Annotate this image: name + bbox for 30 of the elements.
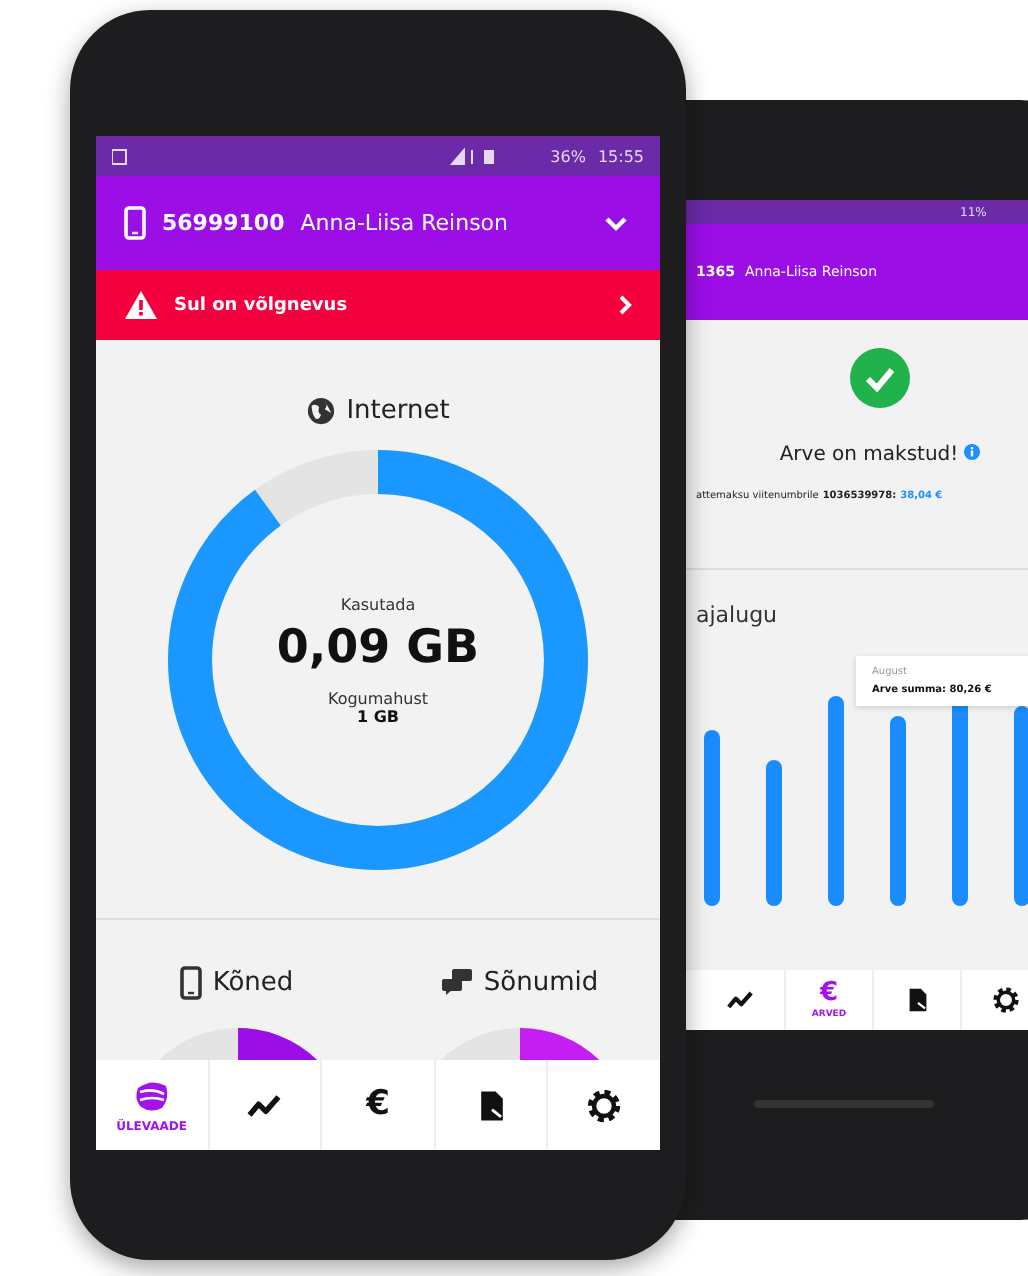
section-title: Sõnumid: [483, 967, 599, 997]
history-title: ajalugu: [696, 602, 778, 628]
clock-time: 15:55: [597, 147, 644, 165]
phone-icon: [124, 206, 146, 240]
globe-icon: [306, 395, 337, 425]
settings-icon: [586, 1087, 623, 1123]
euro-icon: €: [819, 980, 839, 1006]
chevron-right-icon: [618, 294, 632, 316]
warning-icon: [124, 290, 158, 320]
section-title: Kõned: [212, 967, 294, 997]
check-circle-icon: [850, 348, 910, 408]
debt-alert-banner[interactable]: Sul on võlgnevus: [96, 270, 660, 340]
nav-tab[interactable]: €: [320, 1060, 434, 1150]
euro-icon: €: [366, 1088, 390, 1122]
chat-icon: [439, 968, 474, 996]
phone-number: 56999100: [162, 210, 285, 236]
settings-icon: [991, 986, 1019, 1014]
battery-level: 36%: [550, 147, 586, 165]
section-title: Internet: [346, 395, 450, 425]
info-icon: [964, 444, 981, 460]
trend-line-icon: [726, 986, 754, 1014]
phone-icon: [180, 965, 203, 999]
overview-icon: [131, 1076, 172, 1116]
account-name: Anna-Liisa Reinson: [300, 210, 508, 236]
remaining-label: Kasutada: [340, 595, 416, 613]
total-label: Kogumahust: [327, 689, 429, 707]
remaining-amount: 0,09 GB: [276, 621, 480, 673]
payment-status-title: Arve on makstud!: [779, 444, 959, 466]
dropdown-button[interactable]: [600, 211, 632, 235]
total-amount: 1 GB: [356, 707, 399, 725]
